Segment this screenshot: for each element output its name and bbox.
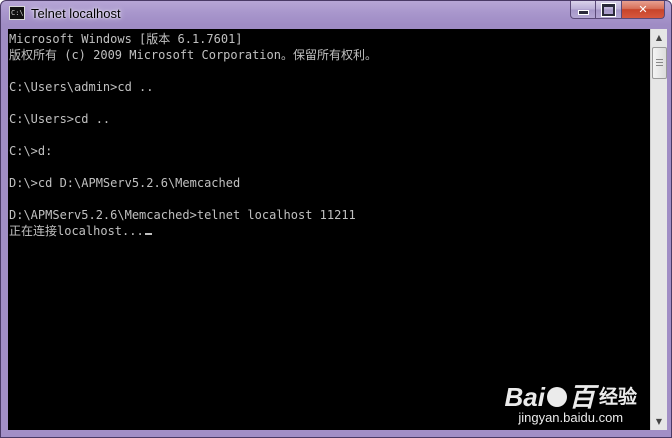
grip-line: [656, 65, 663, 66]
scroll-up-button[interactable]: ▲: [651, 29, 667, 46]
scrollbar-thumb[interactable]: [652, 47, 667, 79]
maximize-button[interactable]: [596, 1, 622, 19]
window-title: Telnet localhost: [31, 6, 121, 21]
watermark-brand-right: 百: [568, 382, 595, 412]
maximize-icon: [602, 3, 615, 16]
arrow-down-icon: ▼: [655, 417, 663, 426]
console-line: 版权所有 (c) 2009 Microsoft Corporation。保留所有…: [9, 48, 377, 62]
close-button[interactable]: ✕: [622, 1, 665, 19]
console-text: Microsoft Windows [版本 6.1.7601] 版权所有 (c)…: [9, 31, 377, 239]
console-window: C:\ Telnet localhost ✕ Microsoft Windows…: [0, 0, 672, 438]
watermark-brand: Bai 百 经验: [505, 383, 638, 411]
minimize-button[interactable]: [570, 1, 596, 19]
console-line: C:\Users>cd ..: [9, 112, 111, 126]
console-line: D:\>cd D:\APMServ5.2.6\Memcached: [9, 176, 241, 190]
title-bar[interactable]: C:\ Telnet localhost ✕: [1, 1, 671, 27]
console-line: D:\APMServ5.2.6\Memcached>telnet localho…: [9, 208, 356, 222]
vertical-scrollbar[interactable]: ▲ ▼: [650, 29, 667, 430]
window-controls: ✕: [570, 1, 665, 20]
cmd-icon[interactable]: C:\: [9, 6, 25, 20]
scroll-down-button[interactable]: ▼: [651, 413, 667, 430]
console-line: 正在连接localhost...: [9, 224, 144, 238]
text-cursor: [144, 233, 152, 235]
console-output[interactable]: Microsoft Windows [版本 6.1.7601] 版权所有 (c)…: [8, 29, 650, 430]
grip-line: [656, 62, 663, 63]
grip-line: [656, 59, 663, 60]
watermark-product: 经验: [598, 386, 637, 408]
baidu-jingyan-watermark: Bai 百 经验 jingyan.baidu.com: [505, 383, 638, 425]
console-line: C:\>d:: [9, 144, 53, 158]
console-line: Microsoft Windows [版本 6.1.7601]: [9, 32, 243, 46]
paw-icon: [546, 387, 567, 407]
arrow-up-icon: ▲: [655, 33, 663, 42]
close-icon: ✕: [638, 3, 648, 16]
watermark-url: jingyan.baidu.com: [518, 410, 624, 425]
minimize-icon: [577, 10, 589, 15]
console-line: C:\Users\admin>cd ..: [9, 80, 154, 94]
watermark-brand-left: Bai: [504, 382, 545, 412]
